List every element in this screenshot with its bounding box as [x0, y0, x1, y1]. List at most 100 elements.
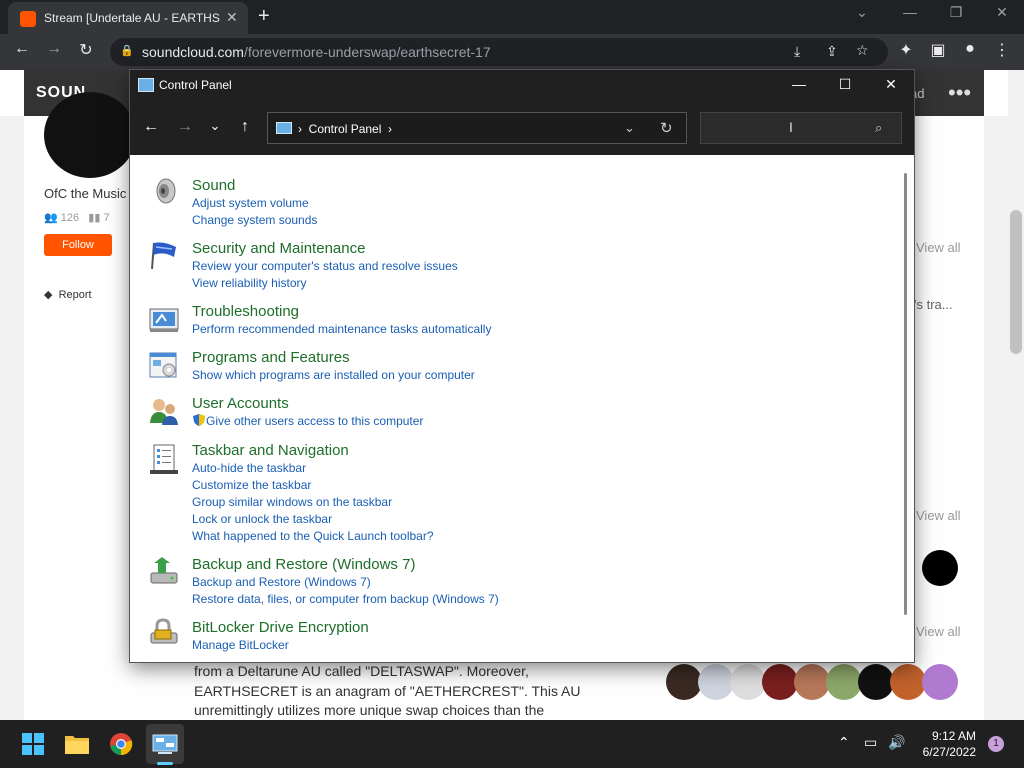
- network-icon[interactable]: ▭: [864, 734, 877, 751]
- liker-avatar[interactable]: [826, 664, 862, 700]
- page-scrollbar[interactable]: [1008, 70, 1024, 720]
- artist-name[interactable]: OfC the Music: [44, 186, 126, 201]
- minimize-button[interactable]: —: [776, 76, 822, 92]
- track-description: from a Deltarune AU called "DELTASWAP". …: [194, 663, 581, 718]
- liker-avatar[interactable]: [730, 664, 766, 700]
- new-tab-button[interactable]: +: [258, 5, 270, 28]
- liker-avatar[interactable]: [922, 664, 958, 700]
- category-link[interactable]: Group similar windows on the taskbar: [192, 494, 434, 511]
- up-icon[interactable]: ↑: [234, 118, 256, 136]
- category-link[interactable]: View reliability history: [192, 275, 458, 292]
- liker-avatar[interactable]: [890, 664, 926, 700]
- profile-icon[interactable]: ●: [958, 40, 982, 58]
- close-button[interactable]: ✕: [868, 76, 914, 93]
- category-link[interactable]: Lock or unlock the taskbar: [192, 511, 434, 528]
- back-icon[interactable]: ←: [10, 40, 34, 58]
- report-link[interactable]: ◆ Report: [44, 288, 92, 301]
- bookmark-star-icon[interactable]: ☆: [856, 42, 869, 59]
- view-all-link[interactable]: View all: [916, 624, 961, 639]
- maximize-button[interactable]: ☐: [822, 76, 868, 93]
- control-panel-content: Sound Adjust system volume Change system…: [130, 155, 914, 662]
- content-scrollbar[interactable]: [904, 173, 907, 615]
- category-link[interactable]: Adjust system volume: [192, 195, 317, 212]
- url-text: soundcloud.com/forevermore-underswap/ear…: [142, 44, 491, 60]
- category-link[interactable]: Restore data, files, or computer from ba…: [192, 591, 499, 608]
- category-link[interactable]: Customize the taskbar: [192, 477, 434, 494]
- category-link[interactable]: Change system sounds: [192, 212, 317, 229]
- refresh-icon[interactable]: ↻: [660, 119, 673, 137]
- category-link[interactable]: Auto-hide the taskbar: [192, 460, 434, 477]
- chevron-up-icon[interactable]: ⌃: [838, 734, 850, 751]
- back-icon[interactable]: ←: [140, 118, 162, 136]
- category-link[interactable]: Perform recommended maintenance tasks au…: [192, 321, 491, 338]
- category-title[interactable]: Programs and Features: [192, 349, 475, 367]
- category-title[interactable]: BitLocker Drive Encryption: [192, 619, 369, 637]
- volume-icon[interactable]: 🔊: [888, 734, 905, 751]
- liker-avatar[interactable]: [762, 664, 798, 700]
- text-cursor-icon: I: [789, 119, 793, 135]
- category-title[interactable]: Troubleshooting: [192, 303, 491, 321]
- category-title[interactable]: Security and Maintenance: [192, 240, 458, 258]
- address-bar[interactable]: 🔒 soundcloud.com/forevermore-underswap/e…: [110, 38, 888, 66]
- category-link[interactable]: Manage BitLocker: [192, 637, 369, 654]
- forward-icon[interactable]: →: [42, 40, 66, 58]
- category-title[interactable]: Sound: [192, 177, 317, 195]
- control-panel-icon: [138, 78, 154, 92]
- notification-badge[interactable]: 1: [988, 736, 1004, 752]
- page-scrollbar-thumb[interactable]: [1010, 210, 1022, 354]
- install-icon[interactable]: ⤓: [794, 43, 800, 60]
- category-link[interactable]: Show which programs are installed on you…: [192, 367, 475, 384]
- recent-locations-icon[interactable]: ⌄: [204, 118, 226, 134]
- restore-browser-button[interactable]: ❐: [936, 4, 976, 21]
- side-panel-icon[interactable]: ▣: [926, 40, 950, 60]
- artist-avatar[interactable]: [44, 92, 136, 178]
- search-icon[interactable]: ⌕: [875, 120, 882, 136]
- file-explorer-icon[interactable]: [64, 732, 90, 756]
- category-backup-restore: Backup and Restore (Windows 7) Backup an…: [192, 556, 499, 608]
- close-browser-button[interactable]: ✕: [982, 4, 1022, 21]
- window-titlebar[interactable]: Control Panel — ☐ ✕: [130, 70, 914, 100]
- troubleshoot-icon: [149, 308, 179, 332]
- extensions-icon[interactable]: ✦: [894, 40, 918, 60]
- tab-close-icon[interactable]: ✕: [226, 9, 238, 26]
- category-title[interactable]: Taskbar and Navigation: [192, 442, 434, 460]
- category-title[interactable]: Backup and Restore (Windows 7): [192, 556, 499, 574]
- user-avatar[interactable]: [922, 550, 958, 586]
- liker-avatar[interactable]: [794, 664, 830, 700]
- start-icon[interactable]: [20, 732, 46, 756]
- reload-icon[interactable]: ↻: [74, 40, 98, 60]
- control-panel-icon: [276, 122, 292, 134]
- share-icon[interactable]: ⇪: [826, 43, 838, 60]
- more-icon[interactable]: •••: [948, 80, 971, 106]
- breadcrumb[interactable]: › Control Panel ›: [298, 122, 392, 136]
- browser-tab[interactable]: Stream [Undertale AU - EARTHSE ✕: [8, 2, 248, 34]
- minimize-browser-button[interactable]: —: [890, 4, 930, 20]
- liker-avatar[interactable]: [858, 664, 894, 700]
- uac-shield-icon: [193, 414, 205, 426]
- view-all-link[interactable]: View all: [916, 240, 961, 255]
- address-breadcrumb[interactable]: › Control Panel › ⌄ ↻: [267, 112, 687, 144]
- follow-button[interactable]: Follow: [44, 234, 112, 256]
- menu-icon[interactable]: ⋮: [990, 40, 1014, 60]
- liker-avatar[interactable]: [666, 664, 702, 700]
- category-link[interactable]: Backup and Restore (Windows 7): [192, 574, 499, 591]
- category-title[interactable]: User Accounts: [192, 395, 423, 413]
- view-all-link[interactable]: View all: [916, 508, 961, 523]
- category-link[interactable]: Give other users access to this computer: [192, 413, 423, 430]
- users-icon: [150, 399, 178, 425]
- category-link[interactable]: Review your computer's status and resolv…: [192, 258, 458, 275]
- chrome-icon[interactable]: [108, 732, 134, 756]
- category-link[interactable]: What happened to the Quick Launch toolba…: [192, 528, 434, 545]
- control-panel-taskbar-icon[interactable]: [152, 732, 178, 756]
- sidebar-partial-text[interactable]: 's tra...: [914, 297, 953, 312]
- backup-icon: [150, 557, 178, 584]
- category-security-maintenance: Security and Maintenance Review your com…: [192, 240, 458, 292]
- forward-icon[interactable]: →: [174, 118, 196, 136]
- lock-icon: 🔒: [120, 45, 134, 57]
- system-clock[interactable]: 9:12 AM 6/27/2022: [912, 728, 976, 760]
- tab-search-icon[interactable]: ⌄: [842, 4, 882, 21]
- address-dropdown-icon[interactable]: ⌄: [624, 120, 635, 136]
- speaker-icon: [156, 178, 176, 204]
- search-input[interactable]: I ⌕: [700, 112, 902, 144]
- liker-avatar[interactable]: [698, 664, 734, 700]
